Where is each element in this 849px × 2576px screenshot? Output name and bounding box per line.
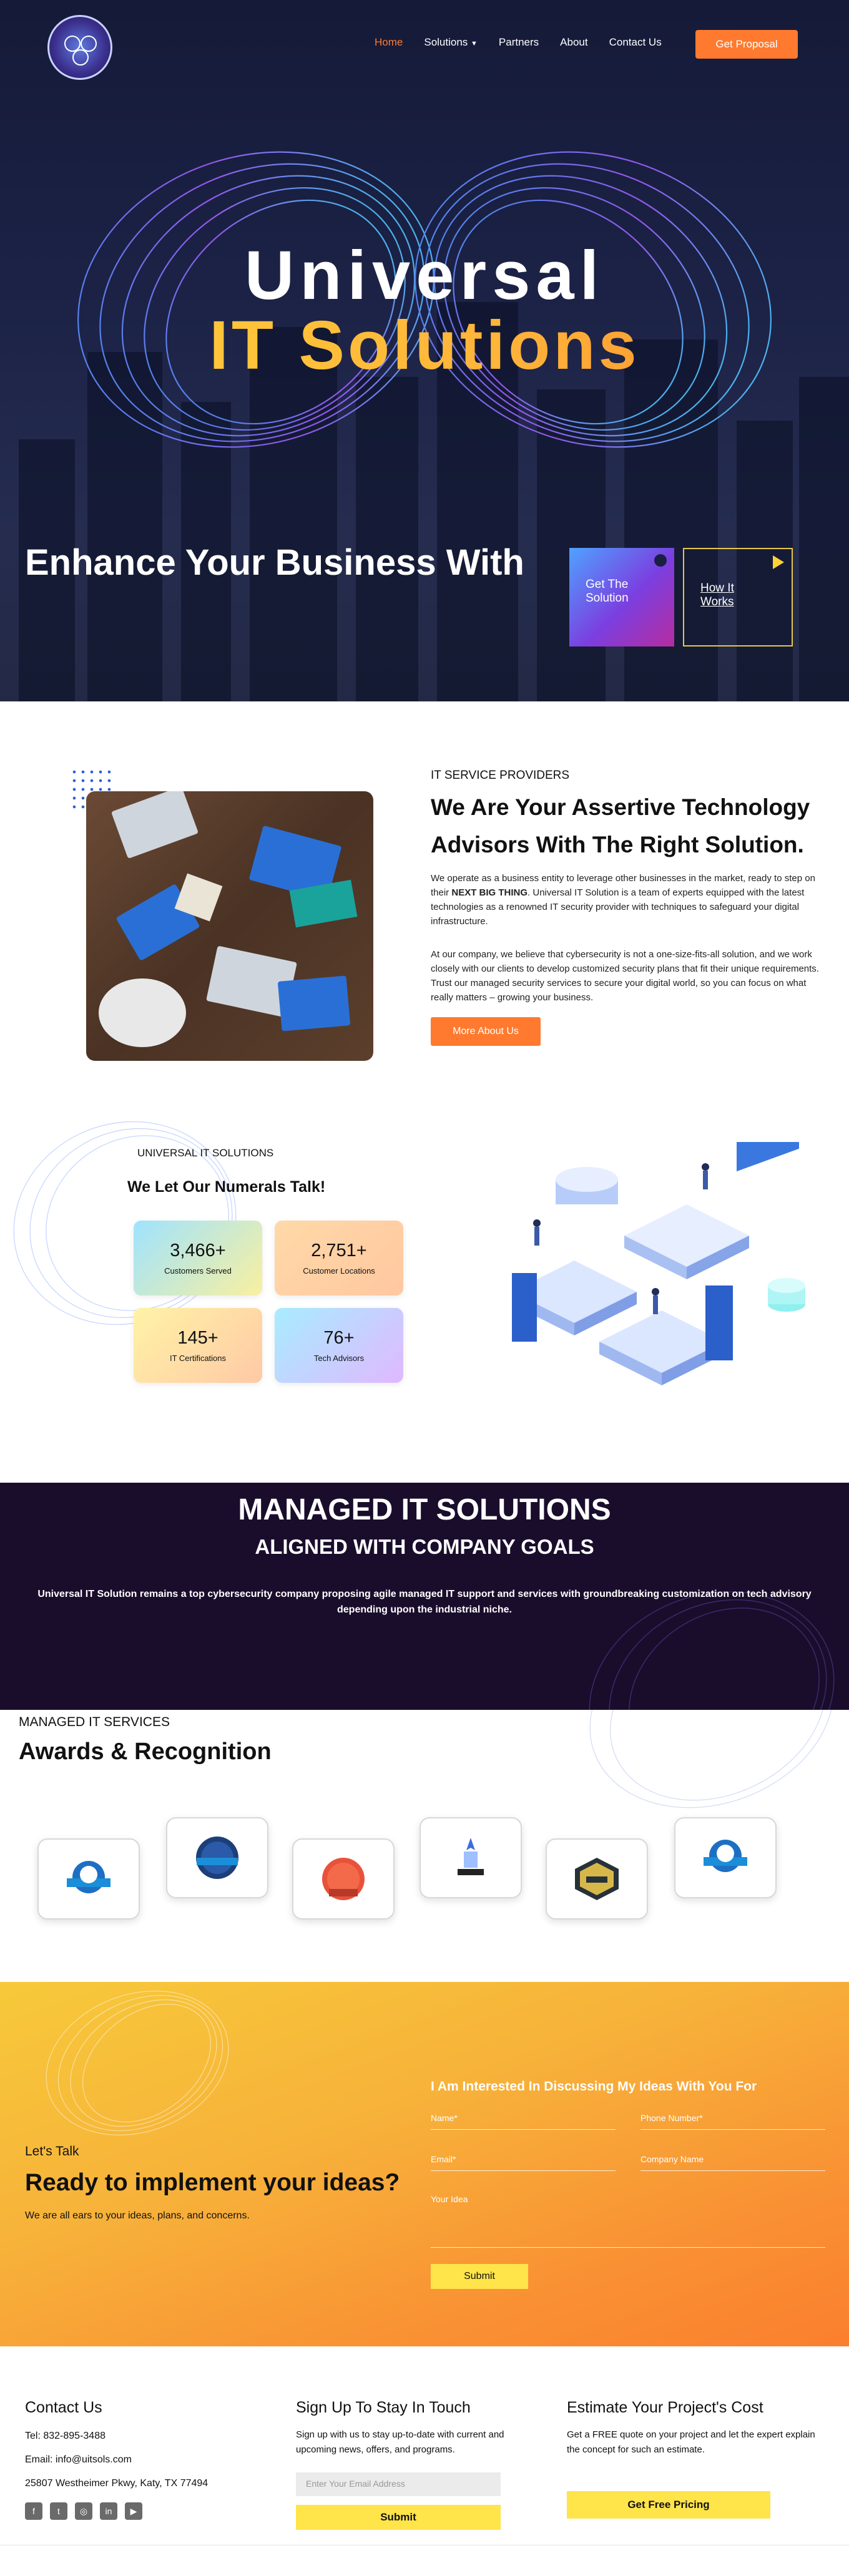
company-logo[interactable] (47, 15, 112, 80)
stat-card-advisors: 76+ Tech Advisors (275, 1308, 403, 1383)
cta-submit-button[interactable]: Submit (431, 2264, 528, 2289)
footer-address: 25807 Westheimer Pkwy, Katy, TX 77494 (25, 2478, 209, 2489)
managed-text: Universal IT Solution remains a top cybe… (37, 1589, 812, 1615)
award-badge-5[interactable] (546, 1838, 648, 1920)
company-field[interactable]: Company Name (640, 2154, 825, 2171)
chevron-down-icon: ▼ (471, 40, 478, 47)
hero-subtitle: Enhance Your Business With (25, 542, 524, 583)
get-solution-label: Get The Solution (586, 578, 629, 605)
nav-solutions-label: Solutions (424, 36, 468, 48)
twitter-icon[interactable]: t (50, 2502, 67, 2520)
team-meeting-image (86, 791, 373, 1061)
about-paragraph-2: At our company, we believe that cybersec… (431, 949, 819, 1003)
itfirms-badge-icon (67, 1861, 110, 1893)
goodfirms-badge-icon (322, 1858, 365, 1900)
stat-value: 76+ (323, 1328, 355, 1348)
hero-title-line1: Universal (244, 237, 605, 314)
stat-label: Customers Served (164, 1266, 232, 1276)
nav-contact[interactable]: Contact Us (609, 36, 662, 49)
get-solution-card[interactable]: Get The Solution (569, 548, 674, 646)
stat-card-certifications: 145+ IT Certifications (134, 1308, 262, 1383)
more-about-us-button[interactable]: More About Us (431, 1017, 541, 1046)
footer-email[interactable]: Email: info@uitsols.com (25, 2452, 132, 2467)
award-badge-1[interactable] (37, 1838, 140, 1920)
play-icon (773, 555, 784, 569)
cta-small-heading: Let's Talk (25, 2144, 79, 2159)
footer-signup-text: Sign up with us to stay up-to-date with … (296, 2429, 504, 2455)
managed-title: MANAGED IT SOLUTIONS (238, 1493, 611, 1526)
stats-title: We Let Our Numerals Talk! (127, 1178, 326, 1196)
linkedin-icon[interactable]: in (100, 2502, 117, 2520)
how-it-works-card[interactable]: How It Works (683, 548, 793, 646)
how-it-works-label: How It Works (700, 582, 734, 608)
about-title: We Are Your Assertive Technology Advisor… (431, 794, 810, 857)
footer-contact-title: Contact Us (25, 2399, 102, 2416)
itfirms-badge-icon (704, 1840, 747, 1872)
stats-label: UNIVERSAL IT SOLUTIONS (137, 1147, 274, 1159)
nav-solutions[interactable]: Solutions ▼ (424, 36, 478, 49)
cta-title: Ready to implement your ideas? (25, 2169, 400, 2196)
stat-label: Customer Locations (303, 1266, 375, 1276)
award-badge-3[interactable] (292, 1838, 395, 1920)
youtube-icon[interactable]: ▶ (125, 2502, 142, 2520)
phone-field[interactable]: Phone Number* (640, 2113, 825, 2130)
footer-email-input[interactable]: Enter Your Email Address (296, 2472, 501, 2496)
facebook-icon[interactable]: f (25, 2502, 42, 2520)
idea-textarea[interactable]: Your Idea (431, 2194, 825, 2248)
main-nav: Home Solutions ▼ Partners About Contact … (375, 36, 662, 49)
stat-value: 145+ (177, 1328, 218, 1348)
form-title: I Am Interested In Discussing My Ideas W… (431, 2079, 757, 2094)
cta-description: We are all ears to your ideas, plans, an… (25, 2210, 250, 2221)
about-paragraph-1: We operate as a business entity to lever… (431, 873, 815, 927)
award-badge-4[interactable] (420, 1817, 522, 1898)
footer-estimate-title: Estimate Your Project's Cost (567, 2399, 763, 2416)
about-label: IT SERVICE PROVIDERS (431, 769, 570, 782)
footer-submit-button[interactable]: Submit (296, 2505, 501, 2530)
get-proposal-button[interactable]: Get Proposal (695, 30, 798, 59)
stat-label: IT Certifications (169, 1354, 227, 1363)
award-trophy-icon (458, 1838, 484, 1875)
footer-tel[interactable]: Tel: 832-895-3488 (25, 2429, 106, 2444)
instagram-icon[interactable]: ◎ (75, 2502, 92, 2520)
award-badge-6[interactable] (674, 1817, 777, 1898)
top-rated-badge-icon (196, 1837, 238, 1879)
dot-icon (654, 554, 667, 567)
clutch-badge-icon (575, 1858, 619, 1900)
name-field[interactable]: Name* (431, 2113, 616, 2130)
nav-partners[interactable]: Partners (499, 36, 539, 49)
ring-decoration (589, 1710, 834, 1808)
nav-home[interactable]: Home (375, 36, 403, 49)
awards-title: Awards & Recognition (19, 1739, 272, 1765)
stat-card-customers: 3,466+ Customers Served (134, 1221, 262, 1295)
nav-about[interactable]: About (560, 36, 587, 49)
awards-label: MANAGED IT SERVICES (19, 1715, 170, 1729)
managed-subtitle: ALIGNED WITH COMPANY GOALS (255, 1535, 594, 1558)
stat-value: 2,751+ (311, 1241, 367, 1261)
stat-value: 3,466+ (170, 1241, 226, 1261)
hero-title-line2: IT Solutions (0, 306, 849, 385)
stat-label: Tech Advisors (313, 1354, 365, 1363)
footer-estimate-text: Get a FREE quote on your project and let… (567, 2429, 815, 2455)
award-badge-2[interactable] (166, 1817, 268, 1898)
isometric-network-illustration (512, 1142, 805, 1385)
get-free-pricing-button[interactable]: Get Free Pricing (567, 2491, 770, 2519)
footer-signup-title: Sign Up To Stay In Touch (296, 2399, 471, 2416)
email-field[interactable]: Email* (431, 2154, 616, 2171)
ring-decoration (46, 1990, 229, 2136)
stat-card-locations: 2,751+ Customer Locations (275, 1221, 403, 1295)
